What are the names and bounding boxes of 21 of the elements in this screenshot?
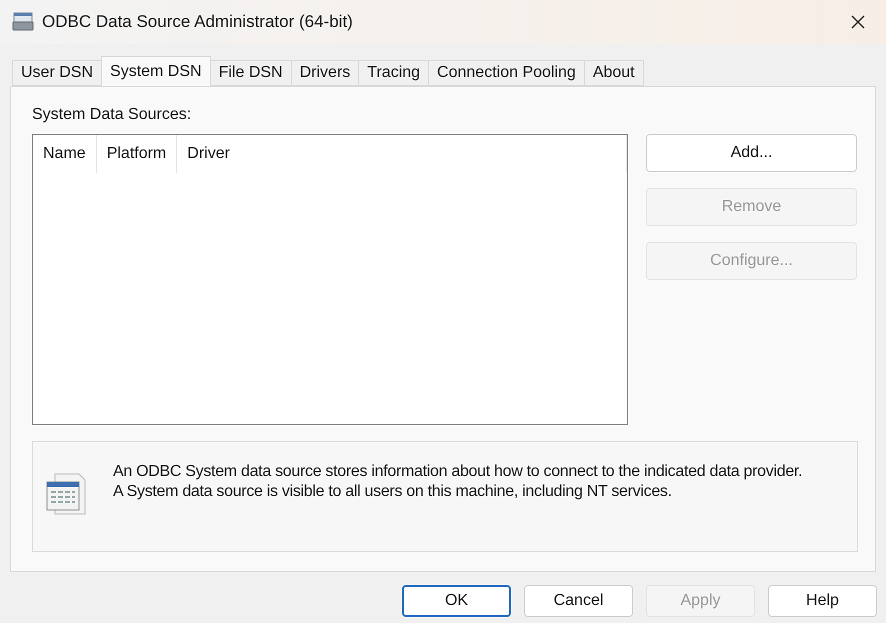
tab[interactable]: Drivers [290,60,360,86]
close-icon[interactable] [850,14,866,30]
info-text: An ODBC System data source stores information about how to connect to the indicated data provider. [113,462,802,482]
info-text: A System data source is visible to all users on this machine, including NT services. [113,482,673,502]
column-header[interactable]: Driver [177,135,627,173]
dialog-button[interactable]: OK [402,585,511,617]
column-header[interactable]: Platform [96,135,178,173]
tab[interactable]: System DSN [101,56,211,86]
list-label: System Data Sources: [32,105,192,125]
data-source-list[interactable]: Name Platform Driver [32,134,628,425]
dialog-button[interactable]: Help [768,585,877,617]
side-button[interactable]: Add... [646,134,857,172]
column-header[interactable]: Name [33,135,97,173]
tab[interactable]: Tracing [358,60,430,86]
window-title: ODBC Data Source Administrator (64-bit) [42,11,353,34]
tab[interactable]: File DSN [210,60,292,86]
tab[interactable]: About [584,60,644,86]
database-window-icon [12,12,34,32]
tab[interactable]: Connection Pooling [428,60,585,86]
tab[interactable]: User DSN [12,60,102,86]
dialog-button[interactable]: Cancel [524,585,633,617]
